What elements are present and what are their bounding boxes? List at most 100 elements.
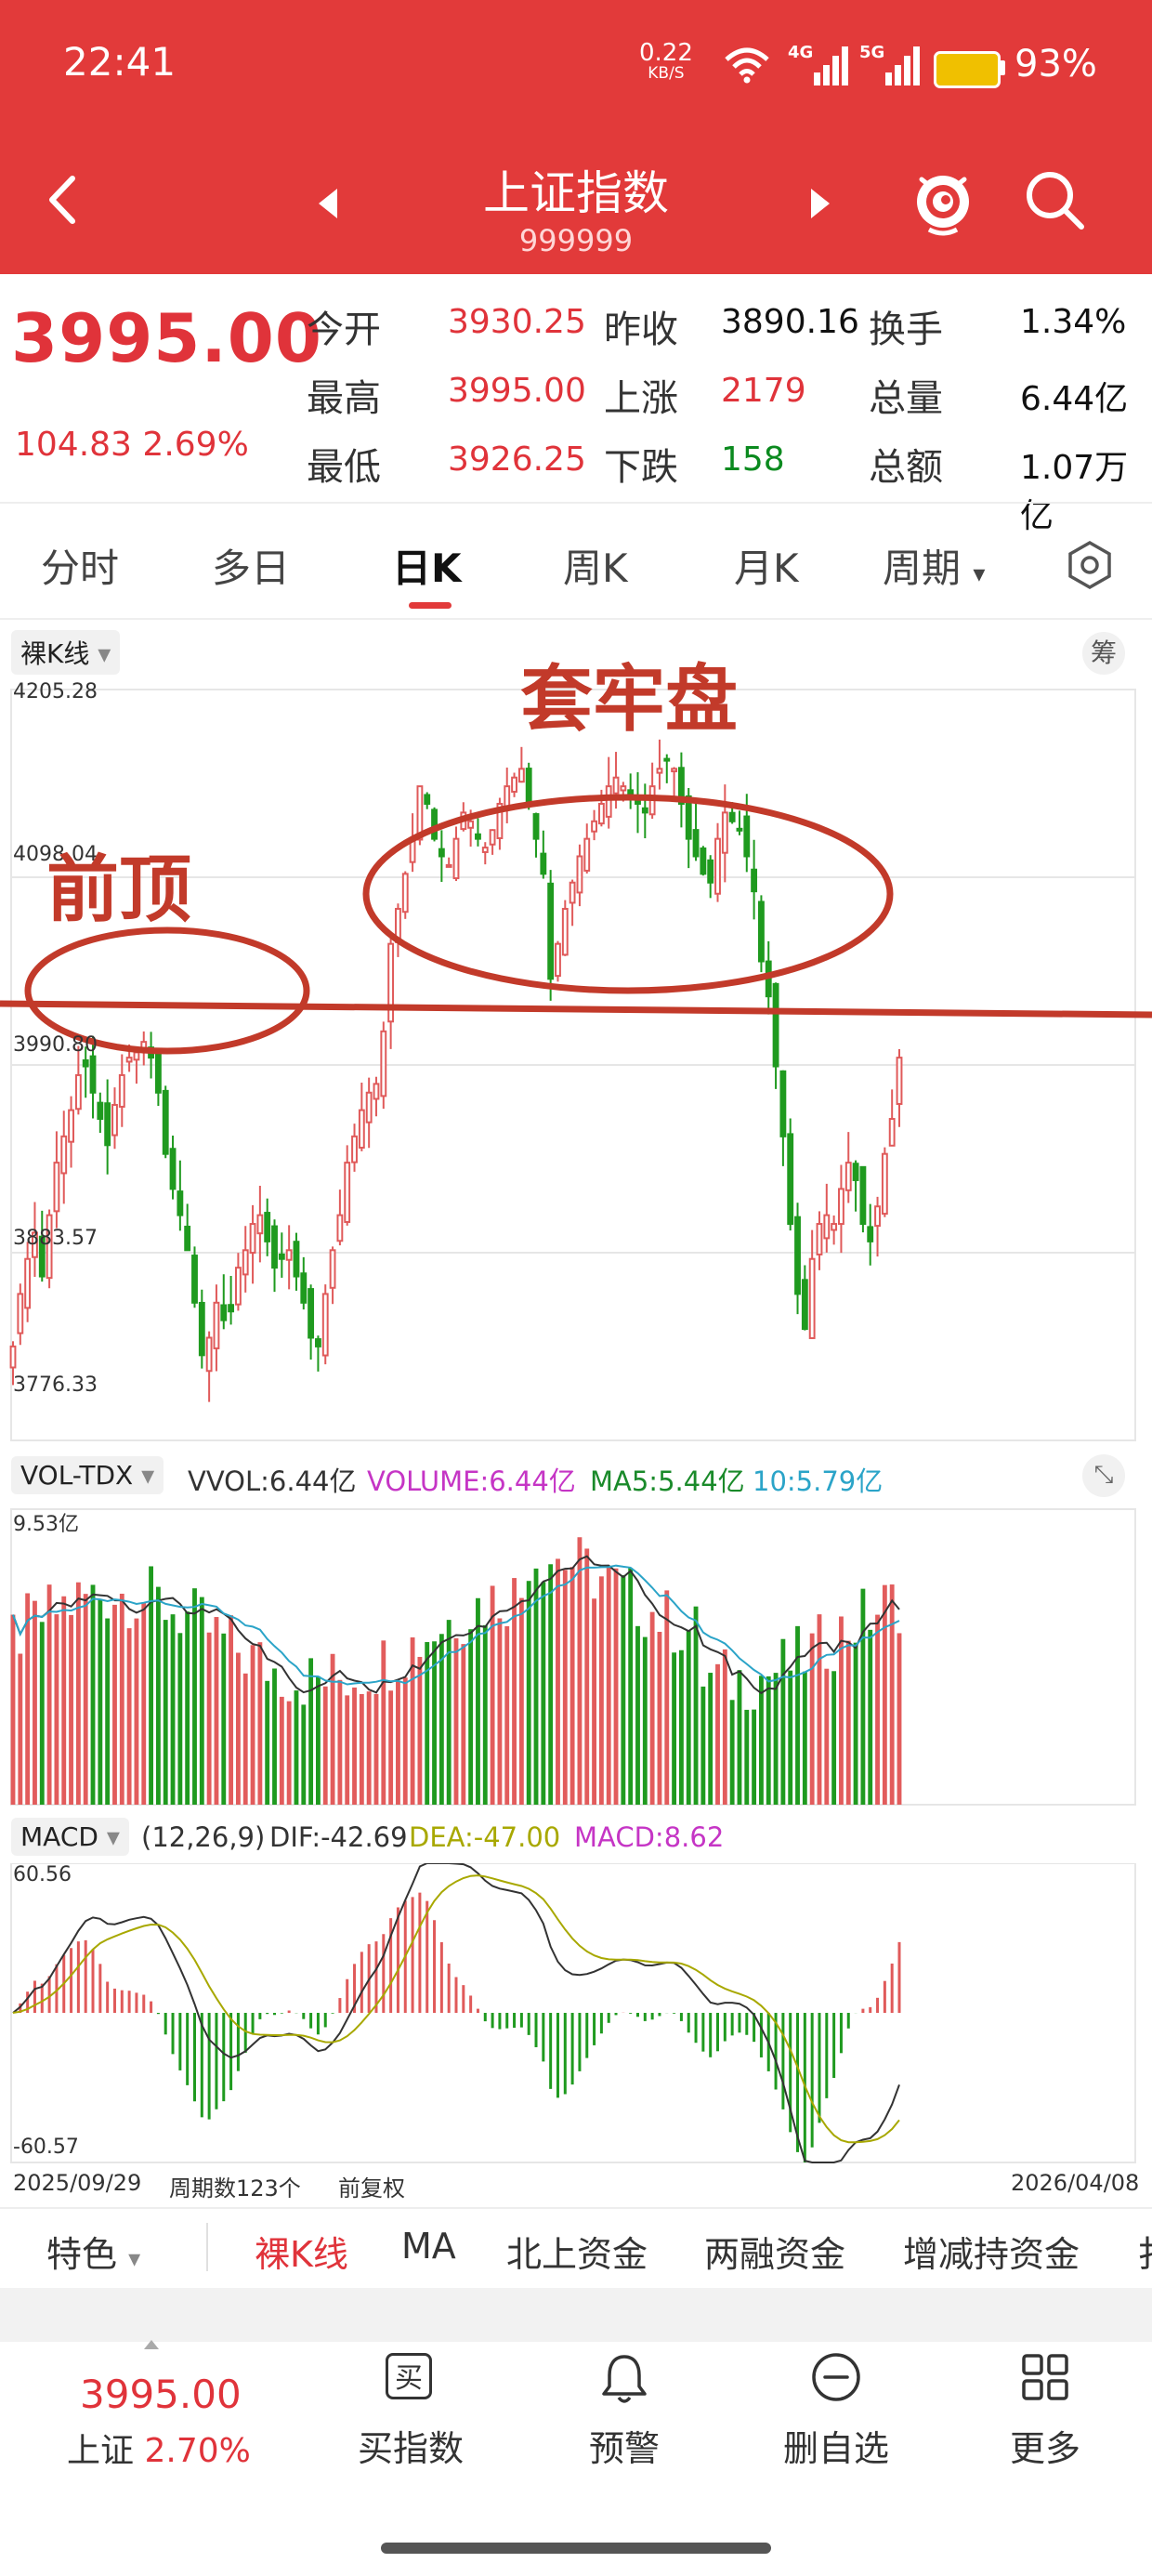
- volume-bar: [642, 1636, 648, 1805]
- candle-body: [736, 827, 743, 832]
- volume-bar: [868, 1629, 873, 1805]
- macd-legend: MACD ▾ (12,26,9) DIF:-42.69 DEA:-47.00 M…: [0, 1814, 1152, 1860]
- tab-period[interactable]: 周期 ▾: [883, 537, 985, 594]
- candle-body: [431, 808, 438, 840]
- volume-bar: [54, 1614, 59, 1805]
- nav-index-name: 上证: [67, 2432, 135, 2470]
- settings-hexagon-icon[interactable]: [1064, 539, 1116, 591]
- volume-bar: [678, 1649, 684, 1805]
- vvol-value: VVOL:6.44亿: [188, 1465, 357, 1497]
- volume-bar: [119, 1593, 124, 1805]
- page-title: 上证指数: [483, 166, 669, 220]
- quote-value: 6.44亿: [1020, 380, 1129, 418]
- macd-chart[interactable]: [0, 1863, 1152, 2165]
- candle-body: [242, 1249, 249, 1276]
- candle-body: [169, 1148, 177, 1190]
- network-speed-unit: KB/S: [648, 64, 685, 83]
- buy-index-button[interactable]: 买 买指数: [327, 2351, 494, 2472]
- volume-bar: [265, 1680, 270, 1805]
- chip-holdings[interactable]: 增减持资金: [903, 2226, 1080, 2277]
- candle-body: [721, 811, 728, 854]
- bell-icon: [602, 2355, 647, 2403]
- candle-body: [445, 863, 452, 868]
- nav-remove-label: 删自选: [782, 2428, 889, 2469]
- candle-body: [293, 1241, 300, 1278]
- volume-bar: [860, 1588, 866, 1805]
- quote-label: 换手: [869, 309, 943, 351]
- candle-body: [714, 837, 721, 895]
- home-indicator[interactable]: [381, 2543, 771, 2554]
- candle-body: [336, 1214, 344, 1242]
- chip-margin[interactable]: 两融资金: [704, 2226, 845, 2277]
- expand-up-icon[interactable]: [144, 2340, 159, 2349]
- volume-mode-selector[interactable]: VOL-TDX ▾: [11, 1456, 164, 1494]
- battery-percent: 93%: [1015, 43, 1097, 85]
- volume-bar: [882, 1584, 887, 1805]
- chip-more-truncated[interactable]: 扌: [1137, 2226, 1152, 2277]
- volume-bar: [301, 1704, 307, 1805]
- volume-bar: [316, 1676, 321, 1805]
- tab-month-k[interactable]: 月K: [734, 537, 799, 594]
- kline-mode-label: 裸K线: [20, 638, 90, 669]
- chip-feature[interactable]: 特色 ▾: [46, 2226, 140, 2277]
- candle-body: [82, 1058, 89, 1068]
- candle-body: [838, 1188, 844, 1226]
- candle-body: [452, 837, 460, 880]
- candle-body: [597, 802, 605, 825]
- candle-body: [133, 1051, 140, 1061]
- volume-bar: [526, 1581, 531, 1805]
- candle-body: [234, 1267, 242, 1306]
- volume-bar: [606, 1566, 611, 1805]
- expand-icon[interactable]: ⤡: [1082, 1454, 1125, 1497]
- price-change: 104.83 2.69%: [15, 426, 249, 464]
- chip-naked-k[interactable]: 裸K线: [255, 2226, 348, 2277]
- alert-button[interactable]: 预警: [541, 2351, 708, 2472]
- next-stock-icon[interactable]: [811, 189, 830, 218]
- candle-body: [344, 1162, 351, 1223]
- tab-duori[interactable]: 多日: [212, 537, 290, 594]
- candle-body: [198, 1301, 205, 1357]
- volume-bar: [708, 1673, 713, 1805]
- mascot-icon[interactable]: [910, 163, 975, 237]
- candle-body: [569, 881, 576, 904]
- network-speed: 0.22 KB/S: [639, 41, 693, 82]
- adjust-mode: 前复权: [338, 2175, 405, 2201]
- macd-value: MACD:8.62: [574, 1821, 725, 1853]
- volume-bar: [33, 1600, 37, 1805]
- more-button[interactable]: 更多: [962, 2351, 1129, 2472]
- macd-mode-selector[interactable]: MACD ▾: [11, 1818, 129, 1856]
- candle-body: [844, 1162, 852, 1191]
- signal-5g-label: 5G: [859, 43, 885, 62]
- candle-body: [656, 768, 663, 774]
- kline-mode-selector[interactable]: 裸K线 ▾: [11, 630, 121, 675]
- remove-watchlist-button[interactable]: 删自选: [753, 2351, 920, 2472]
- candle-body: [9, 1345, 17, 1369]
- chip-distribution-button[interactable]: 筹: [1082, 632, 1125, 675]
- candle-body: [213, 1301, 220, 1349]
- volume-bar: [592, 1598, 596, 1805]
- candle-body: [671, 768, 678, 773]
- search-icon[interactable]: [1022, 167, 1087, 232]
- volume-bar: [649, 1611, 655, 1805]
- volume-chart[interactable]: [0, 1505, 1152, 1812]
- candle-body: [808, 1257, 816, 1339]
- chevron-down-icon: ▾: [133, 1460, 155, 1491]
- candle-body: [351, 1135, 358, 1163]
- volume-bar: [773, 1673, 779, 1805]
- chip-northbound[interactable]: 北上资金: [506, 2226, 648, 2277]
- tab-day-k[interactable]: 日K: [392, 537, 462, 594]
- candle-body: [561, 907, 569, 956]
- tab-fenshi[interactable]: 分时: [41, 537, 119, 594]
- kline-chart[interactable]: [0, 678, 1152, 1450]
- tab-week-k[interactable]: 周K: [563, 537, 628, 594]
- status-time: 22:41: [63, 39, 177, 85]
- volume-bar: [512, 1578, 517, 1805]
- candle-body: [285, 1249, 293, 1261]
- volume-bar: [366, 1691, 372, 1805]
- volume-bar: [345, 1695, 350, 1805]
- candle-body: [743, 815, 751, 858]
- volume-bar: [562, 1570, 568, 1805]
- volume-bar: [112, 1604, 117, 1805]
- chip-ma[interactable]: MA: [401, 2226, 456, 2267]
- volume-bar: [417, 1656, 423, 1805]
